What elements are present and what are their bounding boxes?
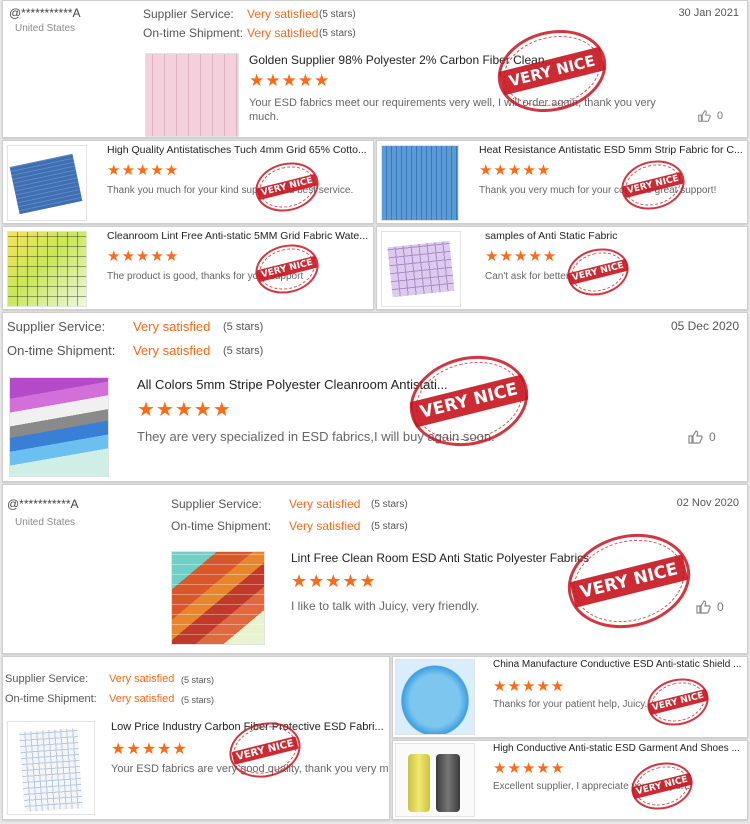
product-thumbnail[interactable]	[7, 721, 95, 815]
rating-stars: ★★★★★	[493, 678, 566, 695]
rating-stars: ★★★★★	[493, 760, 566, 777]
rating-stars: ★★★★★	[107, 248, 180, 265]
product-thumbnail[interactable]	[145, 53, 239, 137]
shipment-label: On-time Shipment:	[143, 26, 244, 40]
like-count: 0	[717, 110, 724, 122]
rating-stars: ★★★★★	[111, 741, 188, 758]
sub-review-card-6: High Conductive Anti-static ESD Garment …	[392, 740, 748, 820]
supplier-service-stars: (5 stars)	[181, 675, 215, 685]
product-thumbnail[interactable]	[9, 377, 109, 477]
review-comment-cont: much.	[249, 111, 279, 123]
supplier-service-value: Very satisfied	[247, 7, 319, 21]
very-nice-stamp: VERY NICE	[400, 343, 538, 459]
rating-stars: ★★★★★	[137, 399, 232, 421]
shipment-value: Very satisfied	[109, 693, 175, 705]
product-thumbnail[interactable]	[381, 231, 461, 307]
review-card-1: @***********A United States Supplier Ser…	[2, 0, 748, 138]
shipment-label: On-time Shipment:	[7, 343, 116, 358]
review-card-4: Supplier Service: Very satisfied (5 star…	[2, 656, 390, 820]
sub-review-card-1: High Quality Antistatisches Tuch 4mm Gri…	[2, 140, 374, 224]
product-title[interactable]: Heat Resistance Antistatic ESD 5mm Strip…	[479, 144, 743, 156]
thumbs-up-icon	[688, 430, 703, 444]
reviewer-country: United States	[15, 517, 76, 528]
thumbs-up-icon	[698, 110, 711, 122]
product-title[interactable]: High Quality Antistatisches Tuch 4mm Gri…	[107, 144, 367, 156]
rating-stars: ★★★★★	[249, 71, 331, 90]
product-thumbnail[interactable]	[381, 145, 459, 221]
shipment-value: Very satisfied	[247, 26, 319, 40]
like-button[interactable]: 0	[687, 429, 716, 445]
supplier-service-stars: (5 stars)	[223, 321, 264, 333]
product-thumbnail[interactable]	[395, 743, 475, 817]
very-nice-stamp: VERY NICE	[626, 756, 698, 816]
product-thumbnail[interactable]	[7, 231, 87, 307]
product-title[interactable]: Cleanroom Lint Free Anti-static 5MM Grid…	[107, 230, 368, 242]
supplier-service-stars: (5 stars)	[371, 499, 408, 510]
supplier-service-value: Very satisfied	[289, 497, 361, 511]
sub-review-card-5: China Manufacture Conductive ESD Anti-st…	[392, 656, 748, 738]
like-count: 0	[717, 600, 724, 614]
very-nice-stamp: VERY NICE	[562, 242, 634, 302]
sub-review-card-2: Heat Resistance Antistatic ESD 5mm Strip…	[376, 140, 748, 224]
reviewer-name: @***********A	[7, 497, 79, 511]
rating-stars: ★★★★★	[479, 162, 552, 179]
rating-stars: ★★★★★	[291, 571, 377, 591]
product-thumbnail[interactable]	[7, 145, 87, 221]
sub-review-card-3: Cleanroom Lint Free Anti-static 5MM Grid…	[2, 226, 374, 310]
supplier-service-label: Supplier Service:	[171, 497, 262, 511]
review-card-3: @***********A United States Supplier Ser…	[2, 484, 748, 654]
shipment-label: On-time Shipment:	[171, 519, 272, 533]
shipment-stars: (5 stars)	[181, 695, 215, 705]
supplier-service-stars: (5 stars)	[319, 9, 356, 20]
product-title[interactable]: Lint Free Clean Room ESD Anti Static Pol…	[291, 551, 589, 565]
supplier-service-label: Supplier Service:	[7, 319, 106, 334]
review-date: 02 Nov 2020	[676, 497, 739, 509]
very-nice-stamp: VERY NICE	[250, 237, 324, 301]
very-nice-stamp: VERY NICE	[616, 153, 690, 217]
rating-stars: ★★★★★	[107, 162, 180, 179]
supplier-service-value: Very satisfied	[133, 319, 211, 334]
review-comment: Can't ask for better	[485, 271, 570, 282]
like-count: 0	[709, 430, 716, 444]
rating-stars: ★★★★★	[485, 248, 558, 265]
very-nice-stamp: VERY NICE	[250, 155, 324, 219]
reviewer-name: @***********A	[9, 6, 81, 20]
review-card-2: Supplier Service: Very satisfied (5 star…	[2, 312, 748, 482]
product-thumbnail[interactable]	[171, 551, 265, 645]
shipment-label: On-time Shipment:	[5, 693, 97, 705]
shipment-stars: (5 stars)	[371, 521, 408, 532]
review-comment: Thanks for your patient help, Juicy.	[493, 699, 648, 710]
sub-review-card-4: samples of Anti Static Fabric ★★★★★ Can'…	[376, 226, 748, 310]
product-title[interactable]: China Manufacture Conductive ESD Anti-st…	[493, 659, 741, 670]
shipment-stars: (5 stars)	[223, 345, 264, 357]
product-title[interactable]: samples of Anti Static Fabric	[485, 230, 617, 242]
very-nice-stamp: VERY NICE	[557, 521, 701, 641]
reviewer-country: United States	[15, 23, 76, 34]
shipment-value: Very satisfied	[289, 519, 361, 533]
supplier-service-label: Supplier Service:	[143, 7, 234, 21]
product-title[interactable]: High Conductive Anti-static ESD Garment …	[493, 743, 740, 754]
review-date: 30 Jan 2021	[678, 7, 739, 19]
product-thumbnail[interactable]	[395, 659, 475, 735]
supplier-service-label: Supplier Service:	[5, 673, 89, 685]
shipment-stars: (5 stars)	[319, 28, 356, 39]
like-button[interactable]: 0	[697, 109, 723, 123]
very-nice-stamp: VERY NICE	[642, 672, 714, 732]
review-comment: I like to talk with Juicy, very friendly…	[291, 599, 480, 613]
review-date: 05 Dec 2020	[670, 319, 739, 333]
supplier-service-value: Very satisfied	[109, 673, 175, 685]
shipment-value: Very satisfied	[133, 343, 211, 358]
